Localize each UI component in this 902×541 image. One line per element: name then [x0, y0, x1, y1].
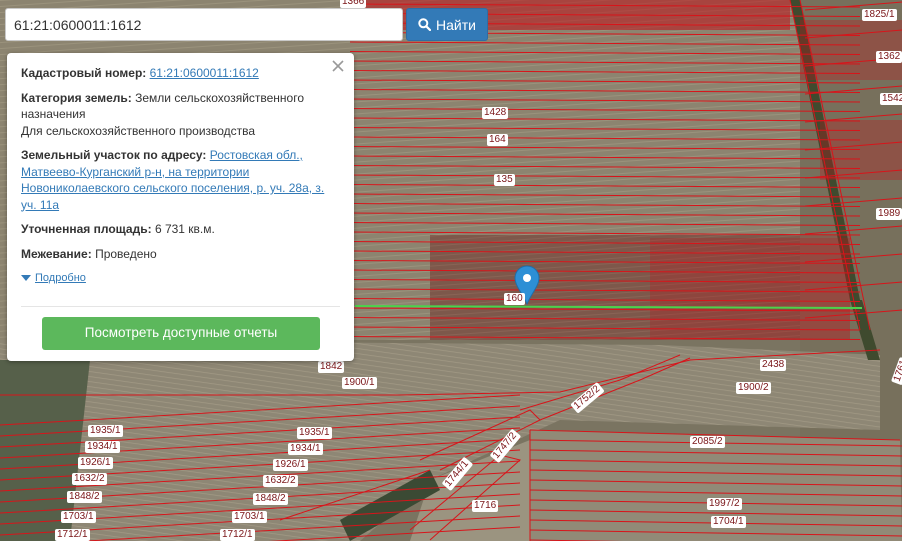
cadastral-link[interactable]: 61:21:0600011:1612 [150, 66, 259, 80]
panel-divider [21, 306, 340, 307]
parcel-label[interactable]: 1825/1 [862, 9, 897, 21]
parcel-label[interactable]: 1997/2 [707, 498, 742, 510]
parcel-label[interactable]: 164 [487, 134, 508, 146]
parcel-label[interactable]: 1989 [876, 208, 902, 220]
parcel-label[interactable]: 1704/1 [711, 516, 746, 528]
parcel-label[interactable]: 1934/1 [85, 441, 120, 453]
parcel-label[interactable]: 1428 [482, 107, 509, 119]
parcel-label[interactable]: 1632/2 [72, 473, 107, 485]
search-icon [418, 18, 432, 31]
parcel-label[interactable]: 1900/1 [342, 377, 377, 389]
parcel-label[interactable]: 1362 [876, 51, 902, 63]
usage-value: Для сельскохозяйственного производства [21, 123, 256, 138]
search-input[interactable] [6, 9, 402, 40]
parcel-label[interactable]: 1842 [318, 361, 345, 373]
search-button[interactable]: Найти [406, 8, 488, 41]
parcel-label[interactable]: 1712/1 [220, 529, 255, 541]
survey-row: Межевание: Проведено [21, 246, 340, 263]
search-button-label: Найти [436, 16, 476, 33]
close-icon[interactable] [330, 58, 346, 74]
parcel-label[interactable]: 1934/1 [288, 443, 323, 455]
parcel-label[interactable]: 1716 [472, 500, 499, 512]
area-label: Уточненная площадь: [21, 222, 152, 236]
parcel-label[interactable]: 1703/1 [61, 511, 96, 523]
category-row: Категория земель: Земли сельскохозяйстве… [21, 90, 340, 140]
parcel-info-panel: Кадастровый номер: 61:21:0600011:1612 Ка… [7, 53, 354, 361]
caret-down-icon [21, 274, 31, 281]
cadastral-label: Кадастровый номер: [21, 66, 147, 80]
category-label: Категория земель: [21, 90, 132, 105]
details-toggle[interactable]: Подробно [21, 270, 340, 287]
cadastral-row: Кадастровый номер: 61:21:0600011:1612 [21, 65, 340, 82]
parcel-label[interactable]: 1935/1 [297, 427, 332, 439]
parcel-label[interactable]: 160 [504, 293, 525, 305]
parcel-label[interactable]: 2438 [760, 359, 787, 371]
parcel-label[interactable]: 1703/1 [232, 511, 267, 523]
details-label: Подробно [35, 272, 86, 284]
view-reports-button[interactable]: Посмотреть доступные отчеты [42, 317, 320, 350]
parcel-label[interactable]: 1848/2 [67, 491, 102, 503]
parcel-label[interactable]: 1632/2 [263, 475, 298, 487]
parcel-label[interactable]: 1366 [340, 0, 367, 8]
parcel-label[interactable]: 1900/2 [736, 382, 771, 394]
parcel-label[interactable]: 1712/1 [55, 529, 90, 541]
search-box [5, 8, 403, 41]
parcel-label[interactable]: 1935/1 [88, 425, 123, 437]
survey-value: Проведено [95, 246, 157, 261]
area-value: 6 731 кв.м. [154, 222, 215, 236]
address-row: Земельный участок по адресу: Ростовская … [21, 147, 340, 213]
parcel-label[interactable]: 2085/2 [690, 436, 725, 448]
parcel-label[interactable]: 1926/1 [273, 459, 308, 471]
parcel-label[interactable]: 135 [494, 174, 515, 186]
area-row: Уточненная площадь: 6 731 кв.м. [21, 221, 340, 238]
parcel-label[interactable]: 1848/2 [253, 493, 288, 505]
survey-label: Межевание: [21, 246, 92, 261]
address-label: Земельный участок по адресу: [21, 148, 207, 162]
parcel-label[interactable]: 1926/1 [78, 457, 113, 469]
parcel-label[interactable]: 1542 [880, 93, 902, 105]
